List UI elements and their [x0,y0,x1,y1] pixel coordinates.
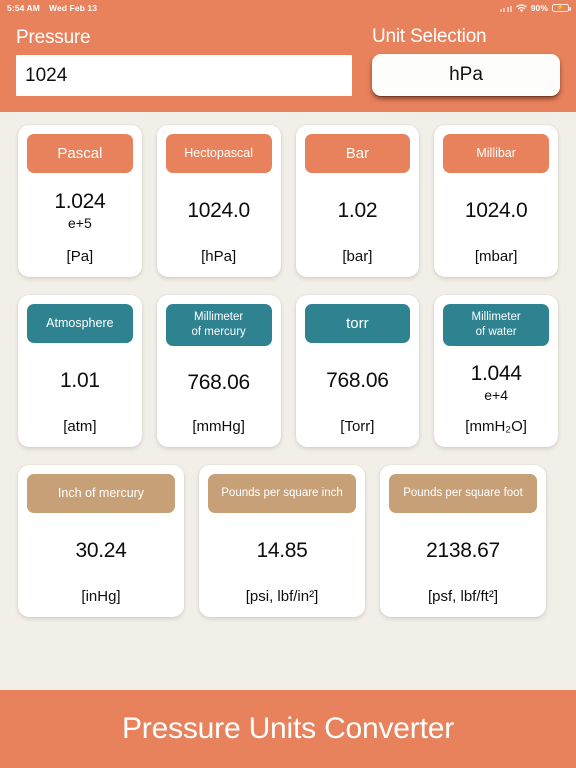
unit-field-group: Unit Selection hPa [372,25,560,96]
unit-card[interactable]: Pascal 1.024 e+5 [Pa] [18,125,142,277]
unit-card-symbol: [Pa] [66,248,94,265]
unit-card-body: 1.044 e+4 [443,346,549,418]
unit-card-body: 1024.0 [166,173,272,248]
unit-card-title: Pascal [27,134,133,173]
app-screen: 5:54 AM Wed Feb 13 90% ⚡ Pressure 1024 U… [0,0,576,768]
unit-card-symbol: [mbar] [474,248,518,265]
unit-card-body: 1024.0 [443,173,549,248]
unit-card[interactable]: Millimeter of mercury 768.06 [mmHg] [156,295,281,447]
unit-card[interactable]: Pounds per square foot 2138.67 [psf, lbf/f… [380,465,546,617]
wifi-icon [515,3,527,13]
unit-card-title: Inch of mercury [27,474,175,513]
unit-card-body: 768.06 [166,346,272,418]
unit-card-body: 1.024 e+5 [27,173,133,248]
status-bar-right: 90% ⚡ [500,3,571,13]
status-time: 5:54 AM [7,3,40,13]
unit-card-body: 14.85 [208,513,356,588]
unit-card-value: 1.024 [54,190,106,213]
status-bar: 5:54 AM Wed Feb 13 90% ⚡ [0,0,576,16]
unit-card-value: 14.85 [256,539,308,562]
unit-card-value: 30.24 [75,539,127,562]
input-header: Pressure Unit Selection hPa [0,16,576,112]
unit-selection-dropdown[interactable]: hPa [372,54,560,96]
app-footer: Pressure Units Converter [0,690,576,768]
unit-card-body: 768.06 [305,343,411,418]
conversion-row: Pascal 1.024 e+5 [Pa] Hectopascal 1024.0 [hPa]… [18,125,558,277]
app-title: Pressure Units Converter [122,712,454,745]
status-date: Wed Feb 13 [48,3,98,13]
unit-card-symbol: [Torr] [340,418,375,435]
unit-selection-label: Unit Selection [372,26,487,47]
unit-card-body: 30.24 [27,513,175,588]
unit-card-symbol: [psf, lbf/ft²] [427,588,499,605]
unit-card-symbol: [mmH₂O] [465,418,527,435]
unit-card-value: 768.06 [187,370,250,394]
unit-card-value: 1.01 [60,369,100,392]
unit-card[interactable]: torr 768.06 [Torr] [295,295,420,447]
unit-card-symbol: [atm] [63,418,97,435]
unit-card-title: torr [304,304,411,343]
unit-card-value: 1.044 [470,361,522,385]
unit-card[interactable]: Bar 1.02 [bar] [295,125,420,277]
unit-card-body: 1.01 [27,343,133,418]
unit-card-title: Pounds per square inch [208,474,356,513]
unit-card[interactable]: Millibar 1024.0 [mbar] [434,125,558,277]
conversion-row: Inch of mercury 30.24 [inHg] Pounds per squ… [18,465,558,617]
unit-card[interactable]: Hectopascal 1024.0 [hPa] [156,125,281,277]
unit-card-value: 1024.0 [464,199,528,222]
unit-card-value: 1024.0 [187,199,250,222]
signal-dots-icon [500,5,512,12]
unit-card[interactable]: Pounds per square inch 14.85 [psi, lbf/in²… [199,465,365,617]
unit-card-exponent: e+4 [484,386,508,403]
unit-card[interactable]: Atmosphere 1.01 [atm] [18,295,142,447]
pressure-input[interactable] [16,55,352,96]
unit-card-symbol: [hPa] [201,248,237,265]
unit-card[interactable]: Millimeter of water 1.044 e+4 [mmH₂O] [434,295,558,447]
unit-card-title: Pounds per square foot [389,474,537,513]
conversion-row: Atmosphere 1.01 [atm] Millimeter of mercury… [18,295,558,447]
unit-card-title: Millibar [443,134,549,173]
unit-card-title: Millimeter of mercury [165,304,272,346]
unit-card-symbol: [bar] [342,248,373,265]
unit-card-exponent: e+5 [68,215,92,231]
unit-card-symbol: [psi, lbf/in²] [245,588,319,605]
unit-card-title: Bar [304,134,411,173]
unit-card-symbol: [inHg] [81,588,121,605]
unit-card-body: 2138.67 [389,513,537,588]
unit-card[interactable]: Inch of mercury 30.24 [inHg] [18,465,184,617]
conversion-grid: Pascal 1.024 e+5 [Pa] Hectopascal 1024.0 [hPa]… [0,112,576,690]
unit-card-title: Hectopascal [165,134,272,173]
unit-selection-value: hPa [449,64,483,85]
unit-card-title: Millimeter of water [443,304,549,346]
unit-card-value: 1.02 [337,199,378,222]
unit-card-symbol: [mmHg] [192,418,245,435]
unit-card-body: 1.02 [305,173,411,248]
pressure-field-group: Pressure [16,26,352,96]
pressure-label: Pressure [16,27,91,48]
status-bar-left: 5:54 AM Wed Feb 13 [7,3,97,13]
unit-card-value: 2138.67 [426,539,500,562]
unit-card-title: Atmosphere [27,304,133,343]
battery-percent-label: 90% [530,3,548,13]
battery-icon: ⚡ [552,3,571,13]
unit-card-value: 768.06 [326,369,389,392]
